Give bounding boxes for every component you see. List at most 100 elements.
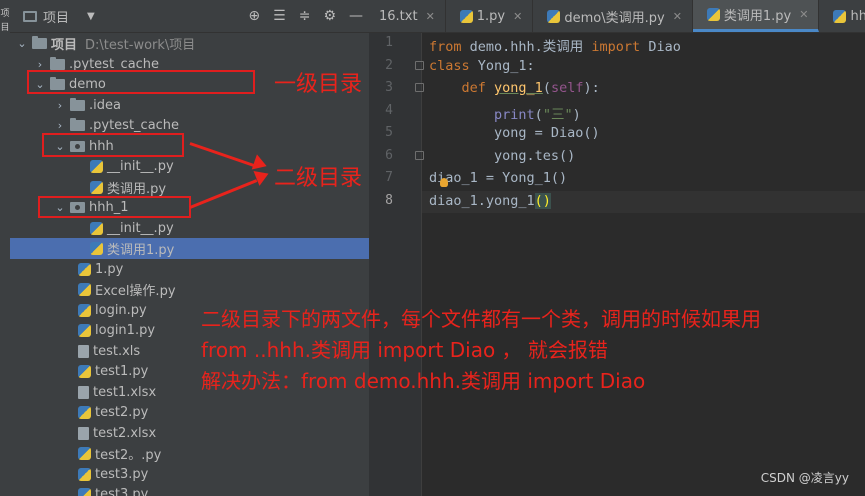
tree-item-label: 类调用1.py [107, 243, 175, 258]
code-line-6[interactable]: yong.tes() [429, 148, 865, 164]
tree-item-path: D:\test-work\项目 [85, 38, 196, 53]
tree-item-file[interactable]: test3.py [10, 484, 369, 496]
line-number: 6 [385, 147, 393, 163]
project-folder-icon [23, 10, 37, 22]
gutter-divider [421, 33, 422, 496]
tab-hhh-1-init[interactable]: hhh_1\_i [819, 0, 865, 32]
code-line-2[interactable]: class Yong_1: [429, 58, 865, 74]
tab-label: 16.txt [379, 8, 418, 24]
tree-item-root[interactable]: ⌄ 项目 D:\test-work\项目 [10, 33, 369, 54]
annotation-note-line-2: from ..hhh.类调用 import Diao ， 就会报错 [201, 338, 608, 362]
annotation-note-line-1: 二级目录下的两文件，每个文件都有一个类，调用的时候如果用 [201, 307, 761, 331]
python-file-icon [78, 303, 91, 317]
code-line-5[interactable]: yong = Diao() [429, 125, 865, 141]
spreadsheet-file-icon [78, 385, 89, 399]
python-file-icon [78, 365, 91, 378]
line-number: 8 [385, 192, 393, 208]
tree-item-label: 类调用.py [107, 181, 167, 197]
fold-marker-icon[interactable] [415, 61, 424, 70]
folder-icon [70, 118, 85, 131]
tree-item-label: test2。.py [95, 448, 162, 463]
tab-demo-class-call[interactable]: demo\类调用.py ✕ [533, 0, 693, 32]
tree-item-file[interactable]: 1.py [10, 259, 369, 280]
collapse-all-icon[interactable]: ≑ [299, 8, 311, 24]
tree-item-label: login1.py [95, 323, 156, 338]
editor-tabs: 16.txt ✕ 1.py ✕ demo\类调用.py ✕ 类调用1.py ✕ … [369, 0, 865, 33]
python-file-icon [78, 262, 91, 276]
tree-item-label: 项目 [51, 38, 78, 53]
line-number: 2 [385, 57, 393, 73]
code-line-8[interactable]: diao_1.yong_1() [429, 192, 865, 209]
tree-item-label: login.py [95, 302, 147, 318]
code-line-4[interactable]: print("三") [429, 103, 865, 123]
tab-label: hhh_1\_i [850, 8, 865, 24]
tab-class-call-1[interactable]: 类调用1.py ✕ [692, 0, 820, 32]
chevron-right-icon[interactable]: › [34, 58, 46, 71]
tree-item-label: test3.py [95, 466, 149, 482]
python-file-icon [90, 160, 103, 173]
code-line-7[interactable]: diao_1 = Yong_1() [429, 170, 865, 186]
fold-marker-icon[interactable] [415, 151, 424, 160]
line-number: 5 [385, 125, 393, 140]
tree-item-hhh-1-init[interactable]: __init__.py [10, 218, 369, 239]
annotation-level-2: 二级目录 [274, 166, 363, 191]
tab-label: demo\类调用.py [564, 10, 665, 26]
python-file-icon [90, 180, 103, 194]
tree-item-file[interactable]: test3.py [10, 464, 369, 485]
close-icon[interactable]: ✕ [513, 10, 522, 23]
tree-item-file[interactable]: Excel操作.py [10, 279, 369, 300]
tree-item-file[interactable]: test2。.py [10, 443, 369, 464]
tree-item-label: test2.py [95, 405, 149, 420]
tree-item-label: test.xls [93, 343, 141, 359]
watermark: CSDN @凌言yy [760, 471, 849, 485]
python-file-icon [78, 447, 91, 460]
tree-item-label: __init__.py [107, 159, 174, 174]
locate-icon[interactable]: ⊕ [248, 8, 260, 24]
minimize-icon[interactable]: — [349, 8, 363, 24]
annotation-box-hhh [42, 133, 184, 157]
tree-item-file[interactable]: test2.xlsx [10, 423, 369, 444]
folder-icon [50, 56, 65, 70]
tree-item-label: test1.xlsx [93, 384, 157, 400]
tree-item-file[interactable]: test2.py [10, 402, 369, 423]
expand-all-icon[interactable]: ☰ [273, 8, 286, 24]
code-line-1[interactable]: from demo.hhh.类调用 import Diao [429, 35, 865, 55]
strip-char-2: 目 [0, 23, 10, 33]
tree-item-label: __init__.py [107, 220, 174, 236]
line-number: 7 [385, 170, 393, 185]
tree-item-label: .pytest_cache [89, 118, 180, 133]
line-number: 3 [385, 80, 393, 95]
lightbulb-icon[interactable] [440, 178, 448, 187]
close-icon[interactable]: ✕ [799, 8, 808, 21]
project-panel-title[interactable]: 项目 [43, 7, 69, 26]
chevron-right-icon[interactable]: › [54, 99, 66, 112]
gear-icon[interactable]: ⚙ [323, 8, 336, 24]
tree-item-label: .idea [89, 97, 121, 113]
code-line-3[interactable]: def yong_1(self): [429, 80, 865, 96]
tab-16-txt[interactable]: 16.txt ✕ [369, 0, 446, 32]
chevron-down-icon[interactable]: ▼ [87, 11, 95, 22]
chevron-right-icon[interactable]: › [54, 119, 66, 132]
project-panel-header: 项目 ▼ ⊕ ☰ ≑ ⚙ — [10, 0, 369, 33]
python-file-icon [78, 324, 91, 337]
strip-char-1: 项 [0, 9, 10, 19]
python-file-icon [78, 406, 91, 419]
close-icon[interactable]: ✕ [426, 10, 435, 23]
tab-label: 1.py [476, 8, 506, 24]
python-file-icon [547, 9, 561, 23]
code-editor[interactable]: 1 2 3 4 5 6 7 8 from demo.hhh.类调用 import… [369, 33, 865, 496]
chevron-down-icon[interactable]: ⌄ [16, 37, 28, 50]
folder-icon [70, 97, 85, 111]
python-file-icon [78, 488, 91, 496]
folder-icon [32, 36, 47, 49]
spreadsheet-file-icon [78, 344, 89, 358]
spreadsheet-file-icon [78, 426, 89, 440]
tree-item-label: test1.py [95, 364, 149, 379]
tree-item-label: test2.xlsx [93, 425, 157, 441]
tab-1-py[interactable]: 1.py ✕ [446, 0, 534, 32]
python-file-icon [833, 9, 847, 23]
close-icon[interactable]: ✕ [673, 10, 682, 23]
python-file-icon [459, 9, 473, 23]
tree-item-hhh-1-class-call-1[interactable]: 类调用1.py [10, 238, 369, 259]
fold-marker-icon[interactable] [415, 83, 424, 92]
